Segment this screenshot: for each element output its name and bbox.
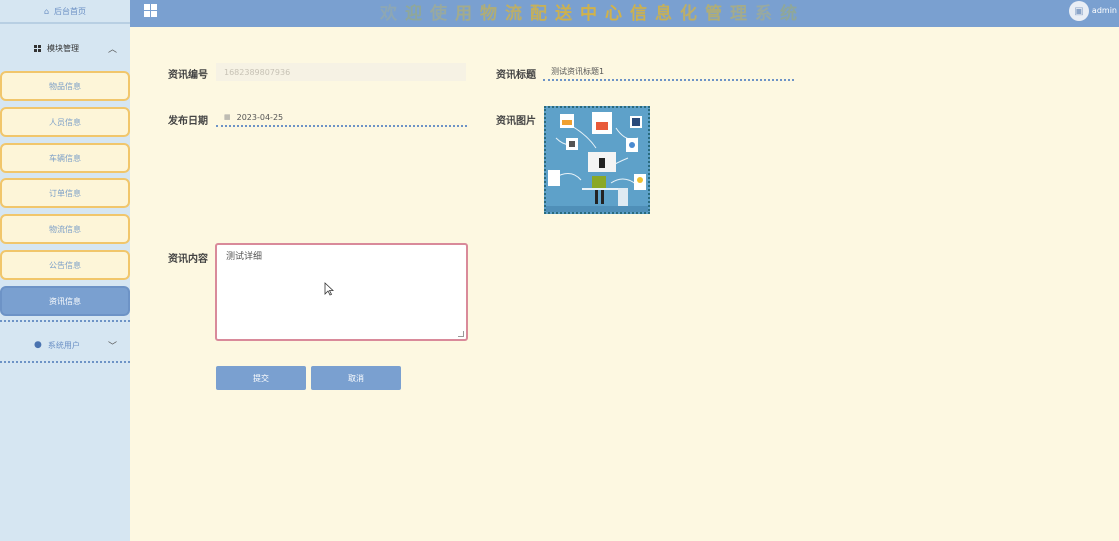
news-title-input[interactable]: 测试资讯标题1 xyxy=(543,63,794,81)
app-title: 欢迎使用物流配送中心信息化管理系统 xyxy=(380,0,805,24)
sidebar-group-label: 模块管理 xyxy=(47,43,79,53)
news-image-label: 资讯图片 xyxy=(496,116,536,127)
app-title-char: 理 xyxy=(730,3,755,24)
app-title-char: 统 xyxy=(780,3,805,24)
sidebar-item-label: 车辆信息 xyxy=(49,153,81,163)
publish-date-label: 发布日期 xyxy=(168,116,208,127)
sidebar-item-orders[interactable]: 订单信息 xyxy=(0,178,130,208)
news-content-textarea[interactable]: 测试详细 xyxy=(215,243,468,341)
sidebar-group-label: 系统用户 xyxy=(47,340,80,350)
app-title-char: 中 xyxy=(580,3,605,24)
calendar-icon: ▦ xyxy=(224,113,231,121)
sidebar-item-label: 订单信息 xyxy=(49,188,81,198)
sidebar-item-label: 人员信息 xyxy=(49,117,81,127)
news-content-label: 资讯内容 xyxy=(168,254,208,265)
app-title-char: 欢 xyxy=(380,3,405,24)
sidebar-group-modules[interactable]: 模块管理 ︿ xyxy=(0,32,130,64)
top-header: 欢迎使用物流配送中心信息化管理系统 ▣ admin xyxy=(130,0,1119,27)
chevron-up-icon: ︿ xyxy=(107,44,117,55)
news-title-value: 测试资讯标题1 xyxy=(551,66,605,76)
submit-button[interactable]: 提交 xyxy=(216,366,306,390)
sidebar-group-users[interactable]: ● 系统用户 ﹀ xyxy=(0,329,130,361)
home-icon: ⌂ xyxy=(43,6,50,16)
sidebar-item-logistics[interactable]: 物流信息 xyxy=(0,214,130,244)
sidebar-item-label: 物流信息 xyxy=(49,224,81,234)
sidebar-divider xyxy=(0,361,130,363)
app-title-char: 配 xyxy=(530,3,555,24)
user-icon: ● xyxy=(34,340,42,350)
mouse-cursor-icon xyxy=(324,282,334,296)
app-title-char: 流 xyxy=(505,3,530,24)
sidebar-item-staff[interactable]: 人员信息 xyxy=(0,107,130,137)
app-title-char: 物 xyxy=(480,3,505,24)
app-title-char: 信 xyxy=(630,3,655,24)
app-title-char: 息 xyxy=(655,3,680,24)
sidebar-item-vehicles[interactable]: 车辆信息 xyxy=(0,143,130,173)
news-image-upload[interactable] xyxy=(544,106,650,214)
sidebar-item-home[interactable]: ⌂ 后台首页 xyxy=(0,0,130,22)
app-title-char: 管 xyxy=(705,3,730,24)
sidebar-item-news[interactable]: 资讯信息 xyxy=(0,286,130,316)
publish-date-input[interactable]: ▦ 2023-04-25 xyxy=(216,109,467,127)
app-title-char: 迎 xyxy=(405,3,430,24)
resize-handle-icon[interactable] xyxy=(458,331,464,337)
app-title-char: 用 xyxy=(455,3,480,24)
news-id-field: 1682389807936 xyxy=(216,63,466,81)
sidebar: ⌂ 后台首页 模块管理 ︿ 物品信息 人员信息 车辆信息 订单信息 物流信息 公… xyxy=(0,0,130,541)
app-title-char: 送 xyxy=(555,3,580,24)
news-id-value: 1682389807936 xyxy=(224,67,291,77)
sidebar-item-label: 物品信息 xyxy=(49,81,81,91)
sidebar-home-label: 后台首页 xyxy=(54,6,87,16)
sidebar-divider xyxy=(0,22,130,24)
user-name[interactable]: admin xyxy=(1092,6,1117,15)
sidebar-item-label: 资讯信息 xyxy=(49,296,81,306)
sidebar-item-notices[interactable]: 公告信息 xyxy=(0,250,130,280)
chevron-down-icon: ﹀ xyxy=(107,341,117,352)
app-title-char: 心 xyxy=(605,3,630,24)
menu-toggle-icon[interactable] xyxy=(144,4,157,17)
grid-icon xyxy=(34,44,41,52)
publish-date-value: 2023-04-25 xyxy=(236,112,284,122)
sidebar-divider xyxy=(0,320,130,322)
cancel-button[interactable]: 取消 xyxy=(311,366,401,390)
avatar[interactable]: ▣ xyxy=(1069,1,1089,21)
news-image-illustration xyxy=(546,108,648,212)
app-title-char: 系 xyxy=(755,3,780,24)
app-title-char: 使 xyxy=(430,3,455,24)
image-icon: ▣ xyxy=(1074,5,1084,17)
app-title-char: 化 xyxy=(680,3,705,24)
news-content-value: 测试详细 xyxy=(226,252,263,262)
news-id-label: 资讯编号 xyxy=(168,70,208,81)
sidebar-item-goods[interactable]: 物品信息 xyxy=(0,71,130,101)
news-title-label: 资讯标题 xyxy=(496,70,536,81)
sidebar-item-label: 公告信息 xyxy=(49,260,81,270)
